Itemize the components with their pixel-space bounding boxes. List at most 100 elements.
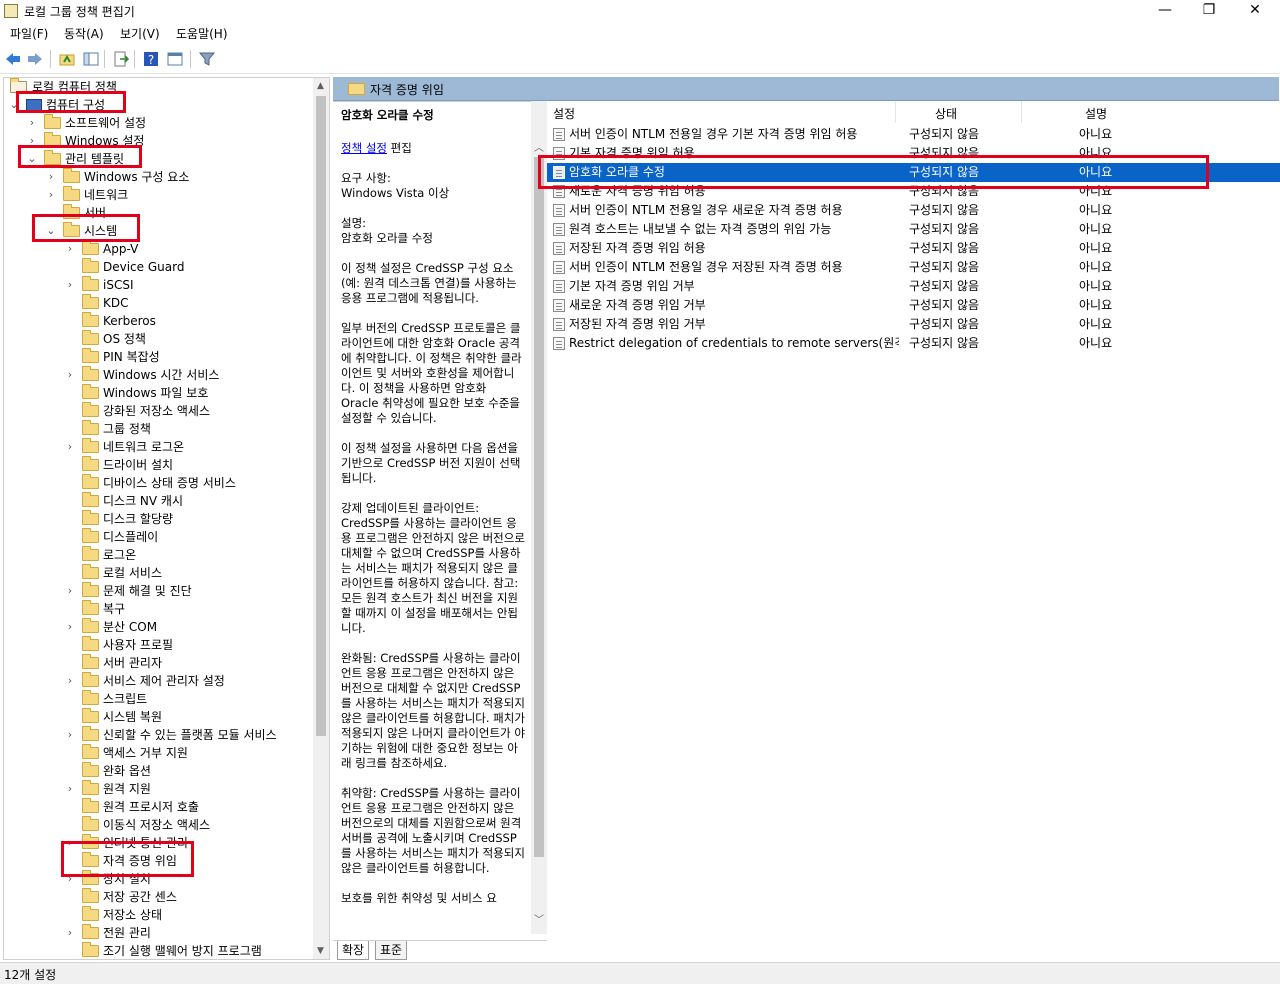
description-pane: 암호화 오라클 수정 정책 설정 편집 요구 사항: Windows Vista … bbox=[333, 101, 547, 940]
status-text: 12개 설정 bbox=[4, 968, 57, 982]
folder-icon bbox=[82, 852, 99, 867]
help-icon[interactable]: ? bbox=[142, 50, 160, 68]
chevron-right-icon[interactable]: › bbox=[64, 924, 76, 942]
menu-action[interactable]: 동작(A) bbox=[64, 25, 104, 42]
show-hide-tree-icon[interactable] bbox=[82, 50, 100, 68]
list-row[interactable]: 원격 호스트는 내보낼 수 없는 자격 증명의 위임 가능 구성되지 않음 아니요 bbox=[547, 220, 1280, 239]
folder-icon bbox=[82, 276, 99, 291]
list-row[interactable]: 새로운 자격 증명 위임 허용 구성되지 않음 아니요 bbox=[547, 182, 1280, 201]
setting-name: 저장된 자격 증명 위임 허용 bbox=[569, 241, 706, 255]
folder-icon bbox=[82, 582, 99, 597]
folder-icon bbox=[82, 438, 99, 453]
chevron-right-icon[interactable]: › bbox=[45, 168, 57, 186]
setting-state: 구성되지 않음 bbox=[909, 298, 980, 312]
tree-node-label: 신뢰할 수 있는 플랫폼 모듈 서비스 bbox=[103, 728, 277, 742]
list-row[interactable]: 저장된 자격 증명 위임 허용 구성되지 않음 아니요 bbox=[547, 239, 1280, 258]
setting-comment: 아니요 bbox=[1079, 279, 1113, 293]
list-row[interactable]: 서버 인증이 NTLM 전용일 경우 새로운 자격 증명 허용 구성되지 않음 아니… bbox=[547, 201, 1280, 220]
policy-setting-icon bbox=[553, 204, 565, 217]
folder-icon bbox=[44, 132, 61, 147]
chevron-right-icon[interactable]: › bbox=[64, 618, 76, 636]
properties-icon[interactable] bbox=[166, 50, 184, 68]
export-list-icon[interactable] bbox=[112, 50, 130, 68]
list-row[interactable]: Restrict delegation of credentials to re… bbox=[547, 334, 1280, 353]
tab-extended[interactable]: 확장 bbox=[337, 941, 370, 960]
folder-icon bbox=[82, 798, 99, 813]
chevron-right-icon[interactable]: › bbox=[64, 582, 76, 600]
folder-icon bbox=[82, 600, 99, 615]
description-paragraph: 보호를 위한 취약성 및 서비스 요 bbox=[341, 891, 497, 905]
scroll-up-icon[interactable]: ▲ bbox=[313, 78, 328, 94]
column-divider[interactable] bbox=[1021, 101, 1022, 123]
chevron-right-icon[interactable]: › bbox=[64, 870, 76, 888]
window-title: 로컬 그룹 정책 편집기 bbox=[24, 5, 135, 19]
chevron-right-icon[interactable]: › bbox=[64, 672, 76, 690]
list-row[interactable]: 새로운 자격 증명 위임 거부 구성되지 않음 아니요 bbox=[547, 296, 1280, 315]
scroll-thumb[interactable] bbox=[316, 96, 326, 736]
tree-node-label: 그룹 정책 bbox=[103, 422, 151, 436]
description-scrollbar[interactable]: ︿ ﹀ bbox=[531, 101, 547, 934]
folder-icon bbox=[82, 654, 99, 669]
folder-icon bbox=[82, 780, 99, 795]
tree-node-label: 이동식 저장소 액세스 bbox=[103, 818, 210, 832]
chevron-right-icon[interactable]: › bbox=[64, 780, 76, 798]
tree-node-label: 디바이스 상태 증명 서비스 bbox=[103, 476, 236, 490]
scroll-down-icon[interactable]: ▼ bbox=[313, 943, 328, 959]
column-header-state[interactable]: 상태 bbox=[935, 105, 957, 122]
column-divider[interactable] bbox=[895, 101, 896, 123]
chevron-right-icon[interactable]: › bbox=[64, 438, 76, 456]
chevron-down-icon[interactable]: ⌄ bbox=[45, 222, 57, 240]
folder-icon bbox=[82, 492, 99, 507]
tree-node-label: OS 정책 bbox=[103, 332, 146, 346]
menu-help[interactable]: 도움말(H) bbox=[176, 25, 228, 42]
close-button[interactable]: ✕ bbox=[1232, 0, 1278, 22]
folder-icon bbox=[82, 906, 99, 921]
chevron-right-icon[interactable]: › bbox=[64, 240, 76, 258]
list-row[interactable]: 기본 자격 증명 위임 거부 구성되지 않음 아니요 bbox=[547, 277, 1280, 296]
chevron-right-icon[interactable]: › bbox=[64, 834, 76, 852]
list-row[interactable]: 서버 인증이 NTLM 전용일 경우 기본 자격 증명 위임 허용 구성되지 않음… bbox=[547, 125, 1280, 144]
chevron-down-icon[interactable]: ⌄ bbox=[8, 96, 20, 114]
tab-standard[interactable]: 표준 bbox=[375, 941, 408, 960]
menu-file[interactable]: 파일(F) bbox=[10, 25, 48, 42]
minimize-button[interactable]: — bbox=[1142, 0, 1188, 22]
chevron-down-icon[interactable]: ⌄ bbox=[26, 150, 38, 168]
list-row[interactable]: 기본 자격 증명 위임 허용 구성되지 않음 아니요 bbox=[547, 144, 1280, 163]
setting-comment: 아니요 bbox=[1079, 241, 1113, 255]
status-bar: 12개 설정 bbox=[0, 962, 1280, 984]
chevron-right-icon[interactable]: › bbox=[64, 276, 76, 294]
setting-name: 서버 인증이 NTLM 전용일 경우 기본 자격 증명 위임 허용 bbox=[569, 127, 858, 141]
list-row[interactable]: 서버 인증이 NTLM 전용일 경우 저장된 자격 증명 허용 구성되지 않음 아니… bbox=[547, 258, 1280, 277]
column-header-comment[interactable]: 설명 bbox=[1085, 105, 1107, 122]
tree-scrollbar[interactable]: ▲ ▼ bbox=[313, 77, 330, 960]
list-row[interactable]: 암호화 오라클 수정 구성되지 않음 아니요 bbox=[547, 163, 1280, 182]
view-tabs: 확장 표준 bbox=[333, 940, 547, 960]
chevron-right-icon[interactable]: › bbox=[45, 186, 57, 204]
chevron-right-icon[interactable]: › bbox=[26, 114, 38, 132]
chevron-right-icon[interactable]: › bbox=[64, 366, 76, 384]
forward-arrow-icon[interactable] bbox=[26, 50, 44, 68]
maximize-button[interactable]: ❐ bbox=[1186, 0, 1232, 22]
chevron-right-icon[interactable]: › bbox=[64, 726, 76, 744]
list-row[interactable]: 저장된 자격 증명 위임 거부 구성되지 않음 아니요 bbox=[547, 315, 1280, 334]
scroll-up-icon[interactable]: ︿ bbox=[531, 139, 547, 155]
back-arrow-icon[interactable] bbox=[4, 50, 22, 68]
chevron-right-icon[interactable]: › bbox=[26, 132, 38, 150]
tree-node-label: Windows 시간 서비스 bbox=[103, 368, 220, 382]
menu-view[interactable]: 보기(V) bbox=[120, 25, 160, 42]
tree-node-label: 저장소 상태 bbox=[103, 908, 163, 922]
svg-text:?: ? bbox=[148, 53, 154, 67]
edit-policy-link[interactable]: 정책 설정 bbox=[341, 141, 387, 155]
setting-name: 서버 인증이 NTLM 전용일 경우 저장된 자격 증명 허용 bbox=[569, 260, 843, 274]
scroll-thumb[interactable] bbox=[534, 157, 544, 857]
toolbar-separator bbox=[50, 50, 51, 68]
column-header-setting[interactable]: 설정 bbox=[553, 105, 575, 122]
folder-icon bbox=[63, 204, 80, 219]
scroll-down-icon[interactable]: ﹀ bbox=[531, 911, 547, 927]
setting-state: 구성되지 않음 bbox=[909, 165, 980, 179]
filter-icon[interactable] bbox=[198, 50, 216, 68]
setting-state: 구성되지 않음 bbox=[909, 260, 980, 274]
up-folder-icon[interactable] bbox=[58, 50, 76, 68]
setting-state: 구성되지 않음 bbox=[909, 336, 980, 350]
policy-setting-icon bbox=[553, 337, 565, 350]
